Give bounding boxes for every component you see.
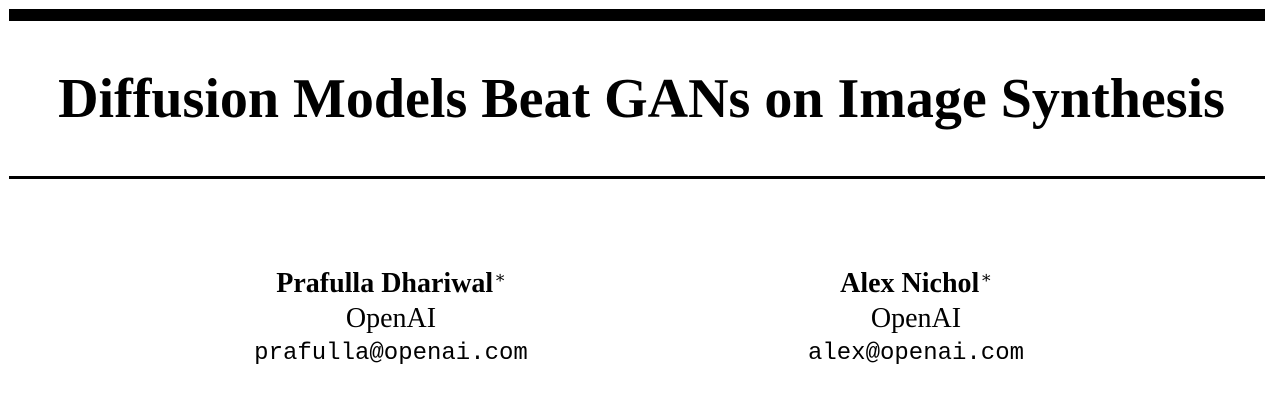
author-email: prafulla@openai.com [254,340,528,367]
author-email: alex@openai.com [807,340,1025,367]
equal-contribution-mark: ∗ [494,268,506,287]
title-rule-top [9,9,1265,21]
author-name-line: Alex Nichol∗ [706,266,1126,302]
author-name: Alex Nichol [840,268,980,299]
author-affiliation: OpenAI [870,303,962,334]
author-block-1: Prafulla Dhariwal∗ OpenAI prafulla@opena… [181,266,601,372]
author-affiliation: OpenAI [345,303,437,334]
author-name-line: Prafulla Dhariwal∗ [181,266,601,302]
paper-title: Diffusion Models Beat GANs on Image Synt… [58,68,1225,130]
equal-contribution-mark: ∗ [980,268,992,287]
title-rule-bottom [9,176,1265,179]
author-block-2: Alex Nichol∗ OpenAI alex@openai.com [706,266,1126,372]
author-name: Prafulla Dhariwal [276,268,494,299]
